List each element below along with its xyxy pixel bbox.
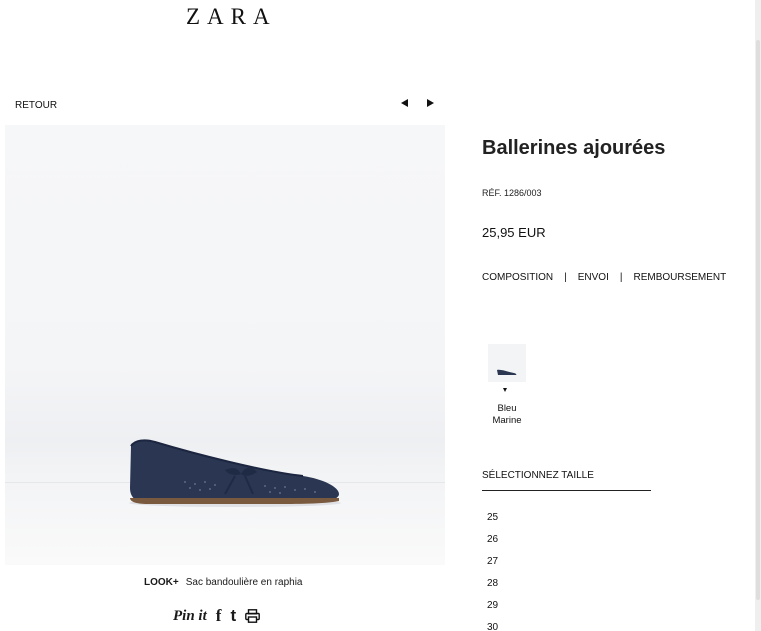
refund-link[interactable]: REMBOURSEMENT: [633, 272, 726, 283]
composition-link[interactable]: COMPOSITION: [482, 272, 553, 283]
ballerina-shoe-icon: [129, 439, 341, 507]
selected-color-marker: [503, 388, 507, 392]
look-plus-text[interactable]: Sac bandoulière en raphia: [186, 577, 303, 588]
product-reference: RÉF. 1286/003: [482, 188, 542, 198]
back-link[interactable]: RETOUR: [15, 100, 57, 111]
product-image[interactable]: [5, 125, 445, 565]
product-navigation: [399, 97, 435, 109]
share-bar: Pin it f t: [173, 606, 261, 626]
size-option[interactable]: 27: [487, 556, 498, 578]
size-selector-title[interactable]: SÉLECTIONNEZ TAILLE: [482, 470, 594, 481]
previous-arrow-icon[interactable]: [399, 97, 409, 109]
size-option[interactable]: 28: [487, 578, 498, 600]
color-name-line1: Bleu: [497, 403, 517, 414]
size-option[interactable]: 25: [487, 512, 498, 534]
size-list: 25 26 27 28 29 30: [487, 512, 498, 631]
look-plus-label: LOOK+: [144, 577, 179, 588]
zara-logo[interactable]: ZARA: [186, 4, 277, 30]
size-option[interactable]: 26: [487, 534, 498, 556]
separator: |: [564, 272, 567, 283]
color-name-line2: Marine: [492, 415, 522, 426]
color-swatch[interactable]: [488, 344, 526, 382]
print-icon[interactable]: [245, 609, 261, 623]
facebook-icon[interactable]: f: [216, 606, 222, 626]
product-price: 25,95 EUR: [482, 225, 546, 240]
product-title: Ballerines ajourées: [482, 137, 666, 159]
swatch-shoe-icon: [497, 369, 517, 375]
separator: |: [619, 272, 623, 283]
look-plus[interactable]: LOOK+ Sac bandoulière en raphia: [144, 577, 303, 588]
size-option[interactable]: 30: [487, 622, 498, 631]
info-links: COMPOSITION | ENVOI | REMBOURSEMENT: [482, 272, 726, 283]
next-arrow-icon[interactable]: [425, 97, 435, 109]
shipping-link[interactable]: ENVOI: [578, 272, 609, 283]
size-option[interactable]: 29: [487, 600, 498, 622]
color-name: Bleu Marine: [482, 403, 532, 427]
size-selector-underline: [482, 490, 651, 491]
scrollbar-thumb[interactable]: [756, 40, 760, 600]
pinterest-icon[interactable]: Pin it: [173, 608, 207, 625]
twitter-icon[interactable]: t: [230, 606, 236, 626]
